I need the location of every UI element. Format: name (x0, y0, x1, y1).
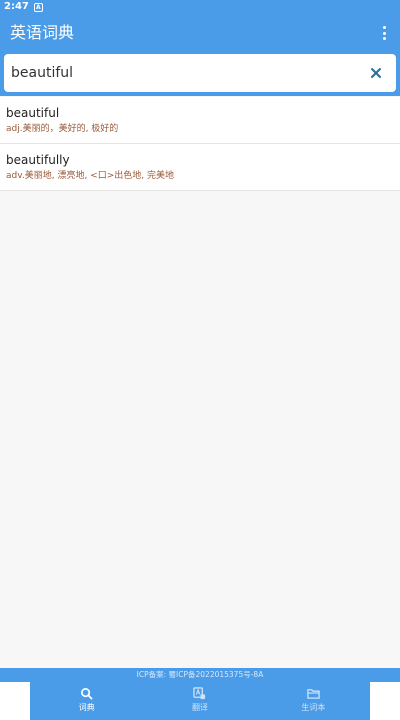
list-item[interactable]: beautifully adv.美丽地, 漂亮地, <口>出色地, 完美地 (0, 144, 400, 191)
search-icon (81, 688, 93, 700)
folder-icon (307, 689, 320, 699)
result-word: beautiful (6, 106, 60, 120)
nav-side-strip-left (0, 682, 30, 720)
notification-icon: A (33, 2, 43, 12)
result-definition: adv.美丽地, 漂亮地, <口>出色地, 完美地 (6, 171, 174, 181)
nav-item-translate[interactable]: 翻译 (143, 682, 256, 720)
icp-notice: ICP备案: 蜀ICP备2022015375号-8A (0, 668, 400, 682)
status-bar: 2:47 A (0, 0, 400, 14)
app-bar: 英语词典 (0, 14, 400, 52)
app-title: 英语词典 (10, 23, 75, 42)
close-icon[interactable] (366, 63, 386, 83)
results-list: beautiful adj.美丽的，美好的, 极好的 beautifully a… (0, 97, 400, 191)
search-box (4, 54, 396, 92)
list-item[interactable]: beautiful adj.美丽的，美好的, 极好的 (0, 97, 400, 144)
result-definition: adj.美丽的，美好的, 极好的 (6, 124, 119, 134)
nav-label: 词典 (78, 703, 95, 712)
nav-item-dictionary[interactable]: 词典 (30, 682, 143, 720)
more-vertical-icon[interactable] (382, 26, 386, 40)
status-time: 2:47 (4, 1, 29, 12)
translate-icon (193, 687, 206, 700)
result-word: beautifully (6, 153, 70, 167)
nav-side-strip-right (370, 682, 400, 720)
nav-item-vocabulary[interactable]: 生词本 (257, 682, 370, 720)
search-input[interactable] (4, 54, 354, 92)
search-area (0, 52, 400, 96)
nav-label: 生词本 (301, 703, 326, 712)
nav-label: 翻译 (191, 703, 208, 712)
bottom-nav: 词典 翻译 生词本 (0, 682, 400, 720)
